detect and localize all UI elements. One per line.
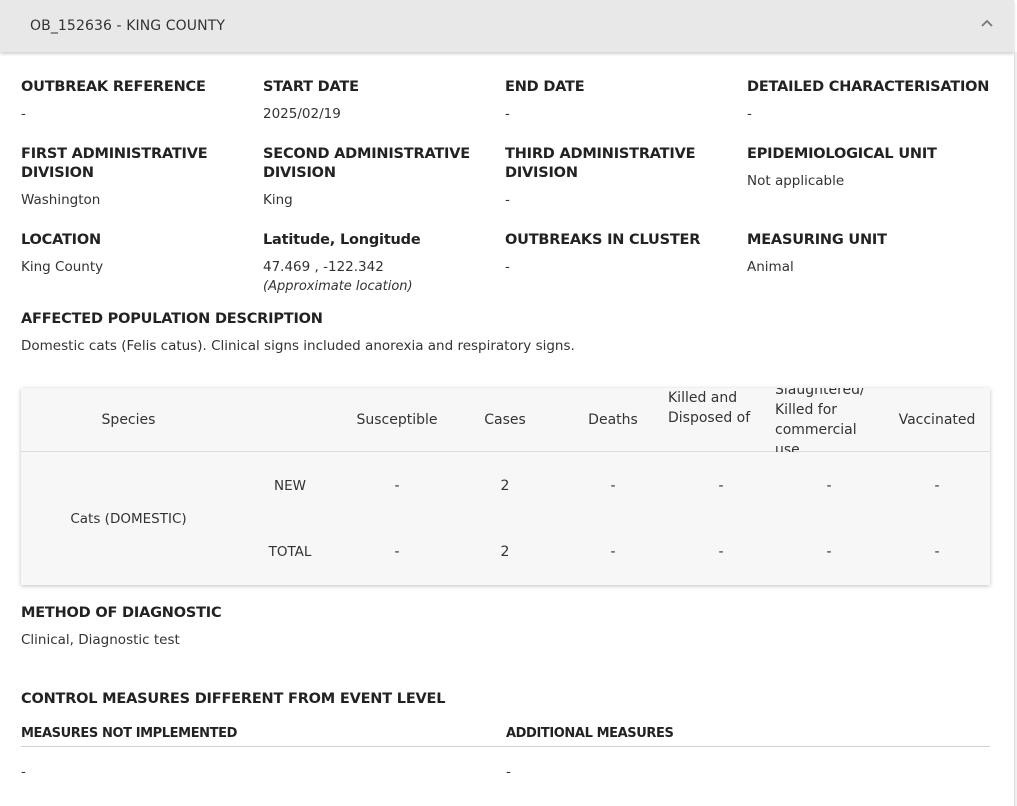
lat-long-value: 47.469 , -122.342 [263, 259, 384, 275]
th-slaughtered-line3: commercial [775, 422, 857, 438]
cell-new-slaughtered: - [826, 478, 832, 494]
location-value: King County [21, 259, 104, 275]
end-date-value: - [505, 106, 510, 122]
method-of-diagnostic-field: METHOD OF DIAGNOSTIC Clinical, Diagnosti… [21, 604, 991, 650]
detailed-characterisation-value: - [747, 106, 752, 122]
first-admin-division-value: Washington [21, 192, 101, 208]
th-slaughtered-line1: Slaughtered/ [775, 388, 865, 398]
control-measures-heading: CONTROL MEASURES DIFFERENT FROM EVENT LE… [21, 690, 991, 709]
outbreak-reference-label: OUTBREAK REFERENCE [21, 79, 206, 95]
details-row-2: FIRST ADMINISTRATIVE DIVISION Washington… [21, 145, 991, 210]
cell-new-deaths: - [610, 478, 616, 494]
cell-total-vaccinated: - [934, 544, 940, 560]
cell-total-susceptible: - [394, 544, 400, 560]
first-admin-division-field: FIRST ADMINISTRATIVE DIVISION Washington [21, 145, 263, 210]
th-killed-disposed: Killed and Disposed of [668, 388, 776, 452]
row-label-total: TOTAL [268, 544, 312, 560]
cell-new-killed: - [718, 478, 724, 494]
additional-measures-value: - [506, 764, 511, 780]
additional-measures-label: ADDITIONAL MEASURES [506, 726, 674, 741]
measuring-unit-value: Animal [747, 259, 794, 275]
measures-header-row: MEASURES NOT IMPLEMENTED ADDITIONAL MEAS… [21, 726, 990, 747]
cell-new-vaccinated: - [934, 478, 940, 494]
approximate-location-note: (Approximate location) [263, 279, 413, 294]
th-slaughtered: Slaughtered/ Killed for commercial use [775, 388, 883, 452]
lat-long-field: Latitude, Longitude 47.469 , -122.342 (A… [263, 231, 505, 296]
affected-population-field: AFFECTED POPULATION DESCRIPTION Domestic… [21, 310, 991, 356]
control-measures-label: CONTROL MEASURES DIFFERENT FROM EVENT LE… [21, 691, 446, 707]
first-admin-division-label-line2: DIVISION [21, 165, 94, 181]
cell-new-susceptible: - [394, 478, 400, 494]
species-table: Species Susceptible Cases Deaths Killed … [21, 388, 990, 585]
second-admin-division-value: King [263, 192, 293, 208]
third-admin-division-label-line2: DIVISION [505, 165, 578, 181]
panel-title: OB_152636 - KING COUNTY [30, 18, 226, 34]
start-date-value: 2025/02/19 [263, 106, 341, 122]
th-slaughtered-text: Slaughtered/ Killed for commercial use [775, 388, 865, 452]
measures-not-implemented-value: - [21, 764, 26, 780]
cell-new-cases: 2 [500, 478, 510, 494]
th-species: Species [101, 412, 156, 428]
measures-values-row: - - [21, 763, 990, 782]
epidemiological-unit-label: EPIDEMIOLOGICAL UNIT [747, 146, 937, 162]
end-date-field: END DATE - [505, 78, 747, 124]
affected-population-value: Domestic cats (Felis catus). Clinical si… [21, 338, 575, 354]
measuring-unit-label: MEASURING UNIT [747, 232, 887, 248]
th-slaughtered-line4: use [775, 442, 800, 452]
th-slaughtered-line2: Killed for [775, 402, 838, 418]
details-row-1: OUTBREAK REFERENCE - START DATE 2025/02/… [21, 78, 991, 124]
th-deaths: Deaths [588, 412, 638, 428]
th-vaccinated: Vaccinated [898, 412, 976, 428]
outbreaks-in-cluster-value: - [505, 259, 510, 275]
chevron-up-icon[interactable] [980, 16, 994, 30]
measures-not-implemented-label: MEASURES NOT IMPLEMENTED [21, 726, 238, 741]
detailed-characterisation-field: DETAILED CHARACTERISATION - [747, 78, 991, 124]
lat-long-label: Latitude, Longitude [263, 232, 421, 248]
affected-population-label: AFFECTED POPULATION DESCRIPTION [21, 311, 323, 327]
th-killed-line2: Disposed of [668, 410, 751, 426]
table-header: Species Susceptible Cases Deaths Killed … [21, 388, 990, 452]
first-admin-division-label-line1: FIRST ADMINISTRATIVE [21, 146, 208, 162]
th-killed-line1: Killed and [668, 390, 738, 406]
location-field: LOCATION King County [21, 231, 263, 296]
details-row-3: LOCATION King County Latitude, Longitude… [21, 231, 991, 296]
outbreak-reference-value: - [21, 106, 26, 122]
cell-total-cases: 2 [500, 544, 510, 560]
location-label: LOCATION [21, 232, 101, 248]
th-cases: Cases [484, 412, 526, 428]
species-name: Cats (DOMESTIC) [70, 511, 187, 527]
cell-total-killed: - [718, 544, 724, 560]
start-date-label: START DATE [263, 79, 359, 95]
second-admin-division-label-line2: DIVISION [263, 165, 336, 181]
outbreak-reference-field: OUTBREAK REFERENCE - [21, 78, 263, 124]
third-admin-division-label-line1: THIRD ADMINISTRATIVE [505, 146, 696, 162]
cell-total-slaughtered: - [826, 544, 832, 560]
second-admin-division-label-line1: SECOND ADMINISTRATIVE [263, 146, 470, 162]
outbreak-panel-header[interactable]: OB_152636 - KING COUNTY [0, 0, 1014, 52]
outbreaks-in-cluster-field: OUTBREAKS IN CLUSTER - [505, 231, 747, 296]
row-label-new: NEW [274, 478, 306, 494]
third-admin-division-field: THIRD ADMINISTRATIVE DIVISION - [505, 145, 747, 210]
method-of-diagnostic-label: METHOD OF DIAGNOSTIC [21, 605, 222, 621]
end-date-label: END DATE [505, 79, 585, 95]
start-date-field: START DATE 2025/02/19 [263, 78, 505, 124]
method-of-diagnostic-value: Clinical, Diagnostic test [21, 632, 180, 648]
outbreaks-in-cluster-label: OUTBREAKS IN CLUSTER [505, 232, 701, 248]
th-susceptible: Susceptible [356, 412, 438, 428]
cell-total-deaths: - [610, 544, 616, 560]
detailed-characterisation-label: DETAILED CHARACTERISATION [747, 79, 990, 95]
measuring-unit-field: MEASURING UNIT Animal [747, 231, 991, 296]
second-admin-division-field: SECOND ADMINISTRATIVE DIVISION King [263, 145, 505, 210]
epidemiological-unit-value: Not applicable [747, 173, 845, 189]
epidemiological-unit-field: EPIDEMIOLOGICAL UNIT Not applicable [747, 145, 991, 210]
third-admin-division-value: - [505, 192, 510, 208]
